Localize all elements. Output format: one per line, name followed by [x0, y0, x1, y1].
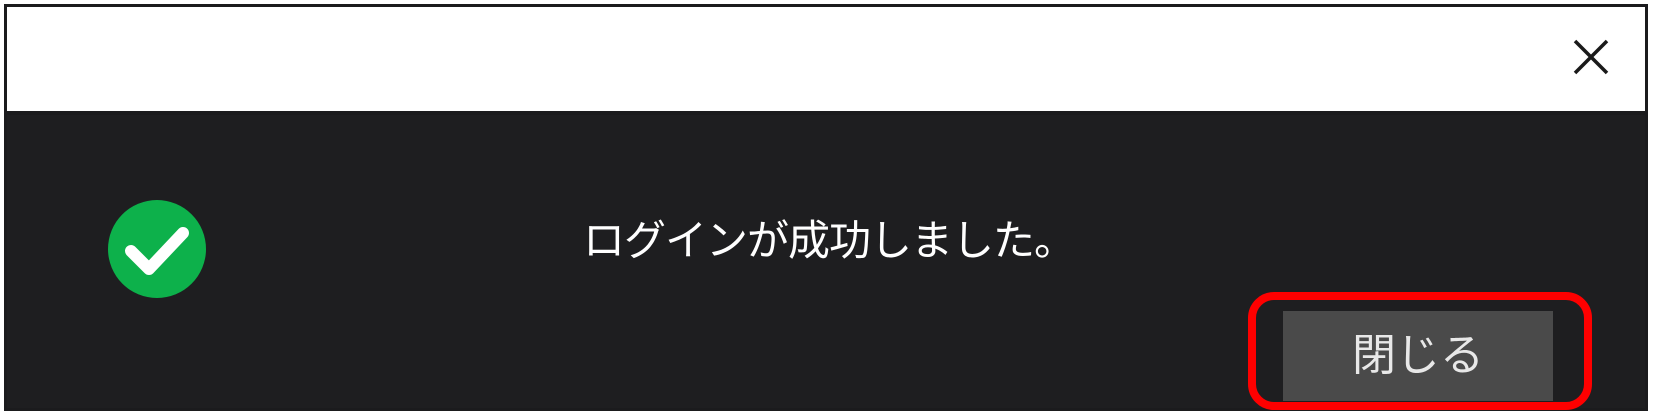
close-button[interactable]: 閉じる [1283, 311, 1553, 401]
status-message: ログインが成功しました。 [582, 216, 1076, 265]
dialog-titlebar [7, 7, 1645, 115]
dialog-body: ログインが成功しました。 閉じる [7, 115, 1645, 408]
login-result-dialog: ログインが成功しました。 閉じる [4, 4, 1648, 411]
close-icon[interactable] [1567, 33, 1615, 81]
